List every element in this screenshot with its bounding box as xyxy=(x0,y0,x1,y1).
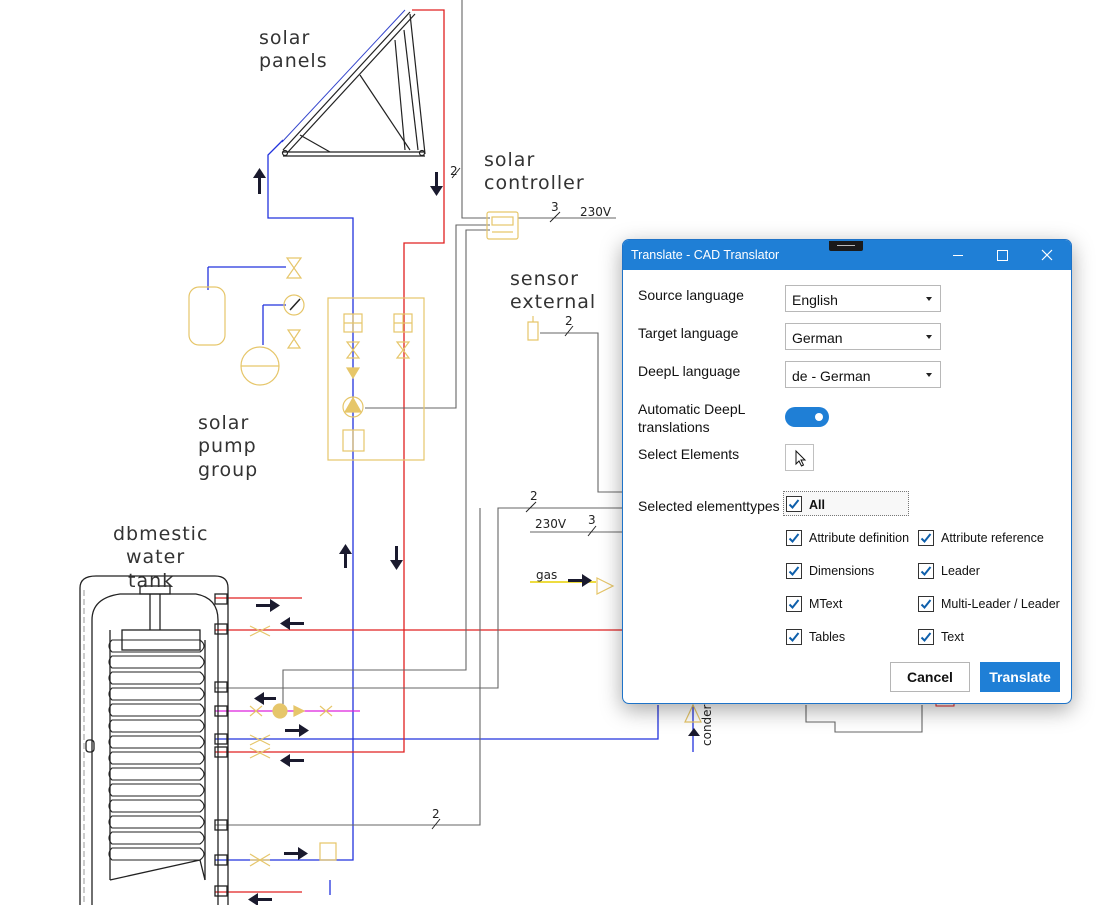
checkbox-multi-leader[interactable] xyxy=(918,596,934,612)
auto-deepl-toggle[interactable] xyxy=(785,407,829,427)
wire-count-6: 2 xyxy=(432,807,440,821)
checkbox-attribute-reference[interactable] xyxy=(918,530,934,546)
voltage-label-1: 230V xyxy=(580,205,612,219)
translate-dialog: Translate - CAD Translator Source langua… xyxy=(622,239,1072,704)
checkbox-multi-leader-label: Multi-Leader / Leader xyxy=(941,597,1060,611)
checkbox-mtext[interactable] xyxy=(786,596,802,612)
selected-elementtypes-label: Selected elementtypes xyxy=(638,498,780,514)
label-tank-2: water xyxy=(126,546,185,568)
label-solar-controller-1: solar xyxy=(484,149,535,171)
checkbox-dimensions-label: Dimensions xyxy=(809,564,875,578)
source-language-select[interactable]: English xyxy=(785,285,941,312)
solar-controller-symbol xyxy=(486,211,519,240)
wire-count-1: 2 xyxy=(450,164,458,178)
checkbox-attribute-definition[interactable] xyxy=(786,530,802,546)
close-icon[interactable] xyxy=(1024,240,1070,270)
checkbox-text[interactable] xyxy=(918,629,934,645)
deepl-language-label: DeepL language xyxy=(638,363,741,379)
deepl-language-select[interactable]: de - German xyxy=(785,361,941,388)
all-checkbox-label: All xyxy=(809,498,825,512)
select-elements-button[interactable] xyxy=(785,444,814,471)
heating-coils xyxy=(108,639,205,861)
dialog-title: Translate - CAD Translator xyxy=(631,248,780,262)
wire-count-5: 3 xyxy=(588,513,596,527)
red-pipes xyxy=(215,9,622,893)
target-language-value: German xyxy=(792,330,843,346)
checkbox-leader[interactable] xyxy=(918,563,934,579)
cursor-icon xyxy=(795,449,807,467)
gauge-needle xyxy=(289,298,301,311)
source-language-label: Source language xyxy=(638,287,744,303)
voltage-label-2: 230V xyxy=(535,517,567,531)
source-language-value: English xyxy=(792,292,838,308)
blue-pipes xyxy=(207,139,694,895)
checkbox-mtext-label: MText xyxy=(809,597,843,611)
all-checkbox[interactable] xyxy=(786,496,802,512)
checkbox-tables-label: Tables xyxy=(809,630,846,644)
wire-count-2: 3 xyxy=(551,200,559,214)
auto-deepl-label-2: translations xyxy=(638,419,710,435)
drag-grip-icon[interactable] xyxy=(829,241,863,251)
label-pump-group-3: group xyxy=(198,459,258,481)
label-solar-panels-1: solar xyxy=(259,27,310,49)
deepl-language-value: de - German xyxy=(792,368,871,384)
label-condensate: conder xyxy=(700,704,714,746)
label-sensor-external-2: external xyxy=(510,291,596,313)
label-gas: gas xyxy=(536,568,557,582)
translate-button[interactable]: Translate xyxy=(980,662,1060,692)
minimize-icon[interactable] xyxy=(935,240,981,270)
auto-deepl-label-1: Automatic DeepL xyxy=(638,401,746,417)
label-solar-controller-2: controller xyxy=(484,172,585,194)
checkbox-attribute-definition-label: Attribute definition xyxy=(809,531,910,545)
chevron-down-icon xyxy=(926,335,932,339)
checkbox-dimensions[interactable] xyxy=(786,563,802,579)
chevron-down-icon xyxy=(926,297,932,301)
label-solar-panels-2: panels xyxy=(259,50,328,72)
checkbox-attribute-reference-label: Attribute reference xyxy=(941,531,1044,545)
dialog-titlebar[interactable]: Translate - CAD Translator xyxy=(623,240,1071,270)
wire-count-4: 2 xyxy=(530,489,538,503)
label-tank-1: dbmestic xyxy=(113,523,208,545)
wire-count-3: 2 xyxy=(565,314,573,328)
water-tank-symbol xyxy=(79,575,229,905)
target-language-select[interactable]: German xyxy=(785,323,941,350)
cancel-button[interactable]: Cancel xyxy=(890,662,970,692)
target-language-label: Target language xyxy=(638,325,739,341)
label-pump-group-1: solar xyxy=(198,412,249,434)
label-tank-3: tank xyxy=(128,570,174,592)
checkbox-tables[interactable] xyxy=(786,629,802,645)
label-pump-group-2: pump xyxy=(198,435,257,457)
checkbox-leader-label: Leader xyxy=(941,564,980,578)
maximize-icon[interactable] xyxy=(979,240,1025,270)
label-sensor-external-1: sensor xyxy=(510,268,579,290)
select-elements-label: Select Elements xyxy=(638,446,740,462)
chevron-down-icon xyxy=(926,373,932,377)
checkbox-text-label: Text xyxy=(941,630,964,644)
